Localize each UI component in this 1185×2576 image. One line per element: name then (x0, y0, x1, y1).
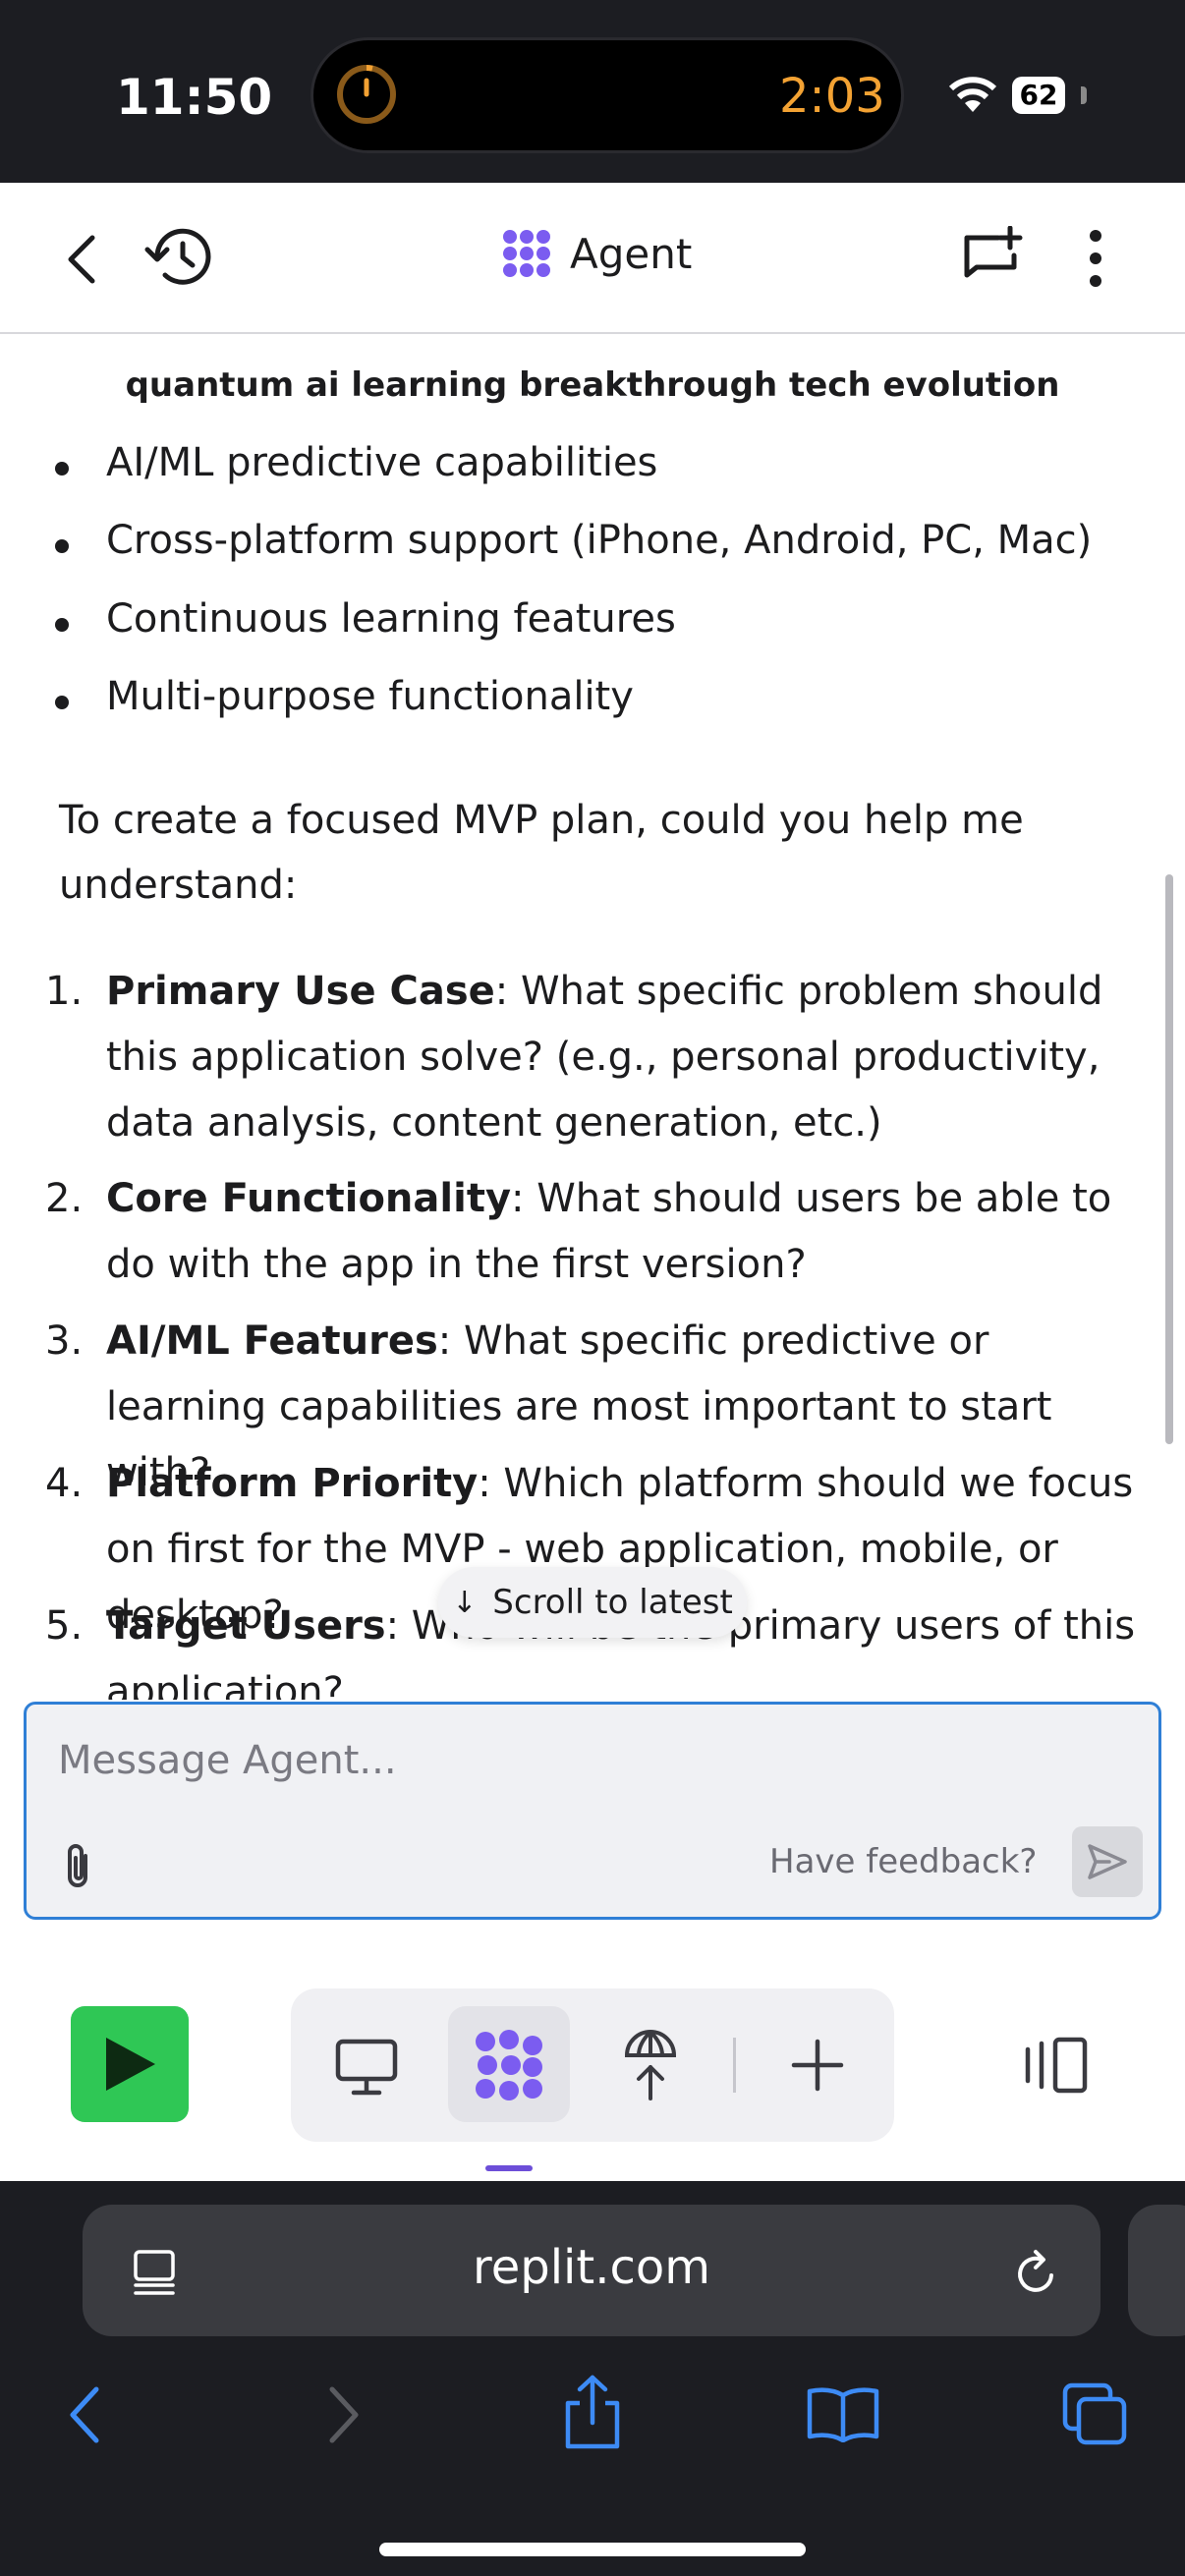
battery-level: 62 (1012, 77, 1065, 114)
agent-logo-icon (503, 230, 550, 277)
bullet-dot (55, 618, 69, 632)
wifi-icon (948, 77, 997, 112)
browser-chrome: replit.com (0, 2181, 1185, 2576)
agent-icon[interactable] (472, 2028, 546, 2102)
address-bar[interactable]: replit.com (83, 2205, 1100, 2336)
agent-title-text: Agent (570, 229, 693, 278)
list-item: AI/ML predictive capabilities (106, 440, 658, 485)
run-icon (106, 2038, 155, 2091)
list-item: Cross-platform support (iPhone, Android,… (106, 518, 1093, 563)
deploy-icon[interactable] (623, 2028, 678, 2102)
message-composer[interactable]: Message Agent... Have feedback? (24, 1702, 1161, 1920)
forward-icon[interactable] (324, 2383, 364, 2446)
list-number: 5. (45, 1603, 84, 1649)
scrollbar[interactable] (1165, 874, 1173, 1444)
battery-icon (1081, 86, 1087, 104)
active-tab-indicator (485, 2165, 533, 2171)
next-tab-preview[interactable] (1128, 2205, 1185, 2336)
question-item: Core Functionality: What should users be… (106, 1166, 1138, 1298)
feedback-link[interactable]: Have feedback? (769, 1842, 1037, 1881)
question-label: Platform Priority (106, 1461, 479, 1506)
more-icon[interactable] (1087, 228, 1104, 289)
history-icon[interactable] (143, 224, 216, 291)
timer-icon (337, 65, 396, 124)
chat-title: quantum ai learning breakthrough tech ev… (125, 365, 1060, 405)
timer-text: 2:03 (779, 69, 885, 124)
question-label: Core Functionality (106, 1176, 512, 1221)
add-icon[interactable] (790, 2038, 845, 2093)
scroll-to-latest-label: Scroll to latest (492, 1583, 733, 1622)
list-item: Multi-purpose functionality (106, 674, 634, 719)
intro-paragraph: To create a focused MVP plan, could you … (59, 798, 1024, 908)
new-chat-icon[interactable] (959, 226, 1024, 291)
list-number: 4. (45, 1461, 84, 1506)
chat-thread[interactable]: quantum ai learning breakthrough tech ev… (0, 336, 1185, 1700)
question-label: Target Users (106, 1603, 386, 1649)
list-number: 1. (45, 969, 84, 1014)
agent-title: Agent (501, 228, 692, 279)
back-icon[interactable] (63, 232, 102, 287)
attach-icon[interactable] (58, 1842, 97, 1891)
home-indicator (379, 2543, 806, 2556)
bookmarks-icon[interactable] (806, 2385, 880, 2442)
back-icon[interactable] (65, 2383, 104, 2446)
bullet-dot (55, 462, 69, 476)
run-button[interactable] (71, 2006, 189, 2122)
divider (733, 2038, 736, 2093)
list-number: 2. (45, 1176, 84, 1221)
question-label: AI/ML Features (106, 1318, 438, 1364)
message-input[interactable]: Message Agent... (58, 1738, 397, 1783)
question-label: Primary Use Case (106, 969, 495, 1014)
bullet-dot (55, 696, 69, 709)
send-button[interactable] (1072, 1826, 1143, 1897)
tabs-icon[interactable] (1061, 2381, 1130, 2446)
question-item: Primary Use Case: What specific problem … (106, 959, 1138, 1156)
list-item: Continuous learning features (106, 596, 676, 642)
share-icon[interactable] (560, 2374, 625, 2452)
status-bar: 11:50 2:03 62 (0, 0, 1185, 183)
bullet-dot (55, 539, 69, 553)
layout-icon[interactable] (1020, 2036, 1091, 2095)
clock: 11:50 (116, 69, 273, 126)
scroll-to-latest-button[interactable]: ↓ Scroll to latest (438, 1567, 747, 1638)
arrow-down-icon: ↓ (452, 1585, 478, 1620)
send-icon (1088, 1844, 1127, 1879)
list-number: 3. (45, 1318, 84, 1364)
url-text[interactable]: replit.com (83, 2240, 1100, 2295)
bottom-toolbar (0, 1955, 1185, 2181)
preview-icon[interactable] (334, 2038, 399, 2097)
reload-icon[interactable] (1012, 2246, 1061, 2299)
